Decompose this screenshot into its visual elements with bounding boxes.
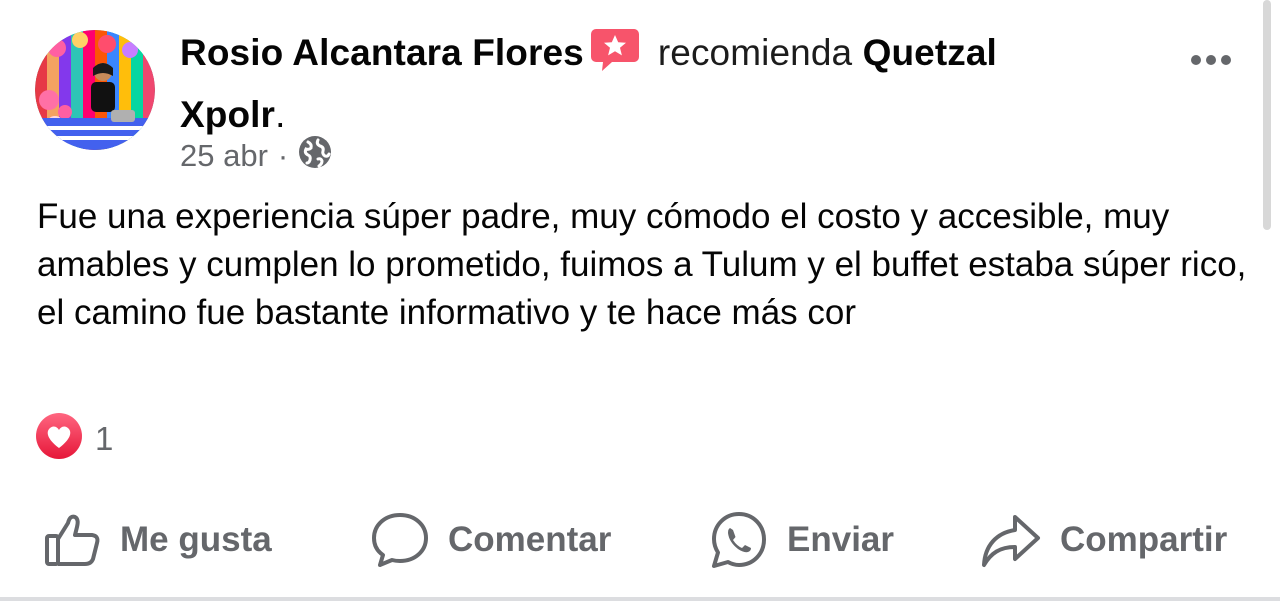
recommend-verb: recomienda — [657, 32, 853, 73]
comment-label: Comentar — [448, 520, 612, 559]
share-button[interactable]: Compartir — [980, 505, 1227, 575]
meta-separator: · — [277, 138, 289, 173]
author-name[interactable]: Rosio Alcantara Flores — [180, 32, 584, 73]
reactions-summary[interactable]: 1 — [35, 412, 113, 465]
post-header: Rosio Alcantara Flores recomienda Quetzal… — [180, 26, 1080, 142]
love-reaction-icon — [35, 412, 83, 465]
like-label: Me gusta — [120, 520, 272, 559]
share-label: Compartir — [1060, 520, 1228, 559]
avatar[interactable] — [35, 30, 155, 150]
ellipsis-icon — [1191, 55, 1231, 65]
post-text: Fue una experiencia súper padre, muy cóm… — [37, 197, 1247, 332]
avatar-image — [35, 30, 155, 150]
post-date[interactable]: 25 abr — [180, 138, 268, 174]
more-options-button[interactable] — [1186, 46, 1246, 74]
send-whatsapp-button[interactable]: Enviar — [709, 505, 894, 575]
thumbs-up-icon — [45, 514, 100, 566]
divider — [0, 597, 1280, 601]
post-card: Rosio Alcantara Flores recomienda Quetzal… — [0, 0, 1280, 601]
send-label: Enviar — [787, 520, 894, 559]
action-bar: Me gusta Comentar Enviar Compartir — [0, 505, 1280, 575]
post-meta: 25 abr · — [180, 135, 332, 177]
comment-bubble-icon — [372, 513, 428, 567]
globe-icon — [298, 135, 332, 177]
scrollbar[interactable] — [1263, 0, 1271, 230]
like-button[interactable]: Me gusta — [44, 505, 272, 575]
share-arrow-icon — [982, 515, 1040, 567]
reaction-count: 1 — [95, 419, 114, 457]
header-period: . — [275, 94, 286, 135]
recommend-star-icon — [590, 27, 640, 88]
whatsapp-icon — [712, 512, 766, 568]
comment-button[interactable]: Comentar — [370, 505, 611, 575]
